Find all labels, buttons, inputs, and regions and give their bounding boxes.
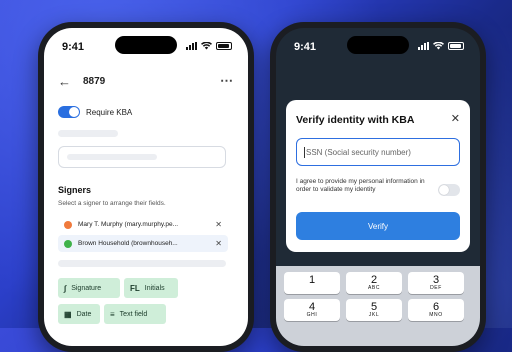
signer-color-dot <box>64 220 72 229</box>
signer-color-dot <box>64 239 72 248</box>
key-4[interactable]: 4 GHI <box>284 299 340 321</box>
verify-label: Verify <box>367 221 388 231</box>
signal-icon <box>418 42 429 50</box>
consent-toggle[interactable] <box>438 184 460 196</box>
date-field-button[interactable]: ▦ Date <box>58 304 100 324</box>
text-field-icon: ≡ <box>110 309 115 319</box>
battery-icon <box>448 42 464 50</box>
key-letters: JKL <box>368 312 380 318</box>
ssn-input[interactable]: SSN (Social security number) <box>296 138 460 166</box>
remove-signer-icon[interactable]: ✕ <box>215 239 222 248</box>
dynamic-island <box>347 36 409 54</box>
status-icons <box>418 42 464 50</box>
initials-icon: FL <box>130 283 140 293</box>
require-kba-row: Require KBA <box>58 106 132 118</box>
key-number: 1 <box>308 274 316 286</box>
left-screen: 9:41 ← 8879 ⋯ Require KBA Signers Select… <box>44 28 248 346</box>
field-label: Text field <box>119 310 148 318</box>
signature-field-button[interactable]: ∫ Signature <box>58 278 120 298</box>
signers-title: Signers <box>58 185 92 195</box>
right-phone: 9:41 Verify identity with KBA ✕ SSN (Soc… <box>270 22 486 352</box>
wifi-icon <box>201 42 212 50</box>
skeleton-placeholder <box>67 154 157 160</box>
left-phone: 9:41 ← 8879 ⋯ Require KBA Signers Select… <box>38 22 254 352</box>
signal-icon <box>186 42 197 50</box>
skeleton-bar <box>58 260 226 267</box>
calendar-icon: ▦ <box>64 309 72 319</box>
text-caret <box>304 146 305 158</box>
status-time: 9:41 <box>294 41 317 53</box>
page-title: 8879 <box>83 75 106 87</box>
numeric-keypad: 1 2 ABC 3 DEF 4 GHI 5 JKL 6 MNO <box>276 266 480 346</box>
require-kba-label: Require KBA <box>86 107 133 117</box>
signer-row[interactable]: Brown Household (brownhouseh... ✕ <box>58 235 228 252</box>
dynamic-island <box>115 36 177 54</box>
signer-name: Brown Household (brownhouseh... <box>78 240 178 247</box>
consent-text: I agree to provide my personal informati… <box>296 178 425 193</box>
signer-row[interactable]: Mary T. Murphy (mary.murphy.pe... ✕ <box>58 216 228 233</box>
status-bar: 9:41 <box>276 28 480 58</box>
ssn-placeholder: SSN (Social security number) <box>306 147 411 157</box>
field-label: Initials <box>144 284 165 292</box>
signer-name: Mary T. Murphy (mary.murphy.pe... <box>78 221 179 228</box>
status-icons <box>186 42 232 50</box>
right-screen: 9:41 Verify identity with KBA ✕ SSN (Soc… <box>276 28 480 346</box>
kba-modal: Verify identity with KBA ✕ SSN (Social s… <box>286 100 470 252</box>
battery-icon <box>216 42 232 50</box>
key-6[interactable]: 6 MNO <box>408 299 464 321</box>
key-2[interactable]: 2 ABC <box>346 272 402 294</box>
modal-title: Verify identity with KBA <box>296 114 415 126</box>
key-1[interactable]: 1 <box>284 272 340 294</box>
skeleton-label <box>58 130 118 137</box>
signers-subtitle: Select a signer to arrange their fields. <box>58 200 166 207</box>
key-letters: ABC <box>367 285 381 291</box>
skeleton-input <box>58 146 226 168</box>
key-letters: GHI <box>306 312 318 318</box>
more-icon[interactable]: ⋯ <box>220 73 234 89</box>
field-label: Signature <box>71 284 102 292</box>
key-letters: DEF <box>430 285 442 291</box>
key-letters: MNO <box>429 312 443 318</box>
key-5[interactable]: 5 JKL <box>346 299 402 321</box>
signature-icon: ∫ <box>64 283 67 293</box>
text-field-button[interactable]: ≡ Text field <box>104 304 166 324</box>
close-icon[interactable]: ✕ <box>451 112 460 125</box>
field-label: Date <box>76 310 92 318</box>
back-arrow-icon[interactable]: ← <box>58 74 71 89</box>
require-kba-toggle[interactable] <box>58 106 80 118</box>
status-time: 9:41 <box>62 41 85 53</box>
verify-button[interactable]: Verify <box>296 212 460 240</box>
initials-field-button[interactable]: FL Initials <box>124 278 178 298</box>
header: ← 8879 ⋯ <box>58 72 234 90</box>
status-bar: 9:41 <box>44 28 248 58</box>
wifi-icon <box>433 42 444 50</box>
key-3[interactable]: 3 DEF <box>408 272 464 294</box>
remove-signer-icon[interactable]: ✕ <box>215 220 222 229</box>
